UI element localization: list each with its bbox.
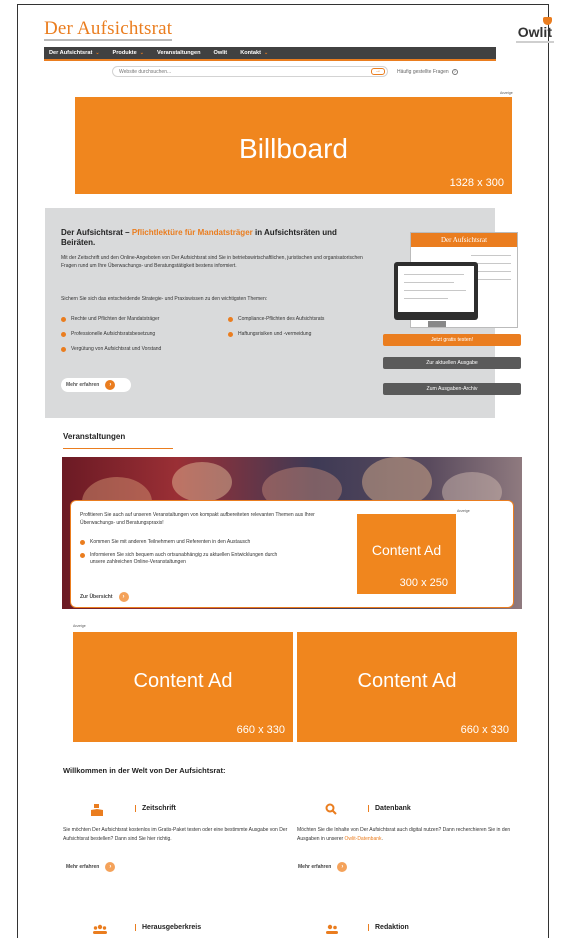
ad-size: 300 x 250 [399,577,448,589]
arrow-right-icon: › [118,592,129,602]
ad-title: Content Ad [357,670,457,692]
event-lead: Profitieren Sie auch auf unseren Veranst… [80,512,315,526]
search-input[interactable] [119,68,357,76]
list-item: Compliance-Pflichten des Aufsichtsrats [228,316,324,322]
content-ad-right[interactable]: Content Ad 660 x 330 [297,632,517,742]
nav-item-kontakt[interactable]: Kontakt ⌄ [240,50,268,56]
bullet-icon [228,331,233,337]
title-underline [63,448,173,449]
arrow-right-icon: › [105,862,116,872]
bullet-icon [61,331,66,337]
site-logo[interactable]: Der Aufsichtsrat [44,18,172,40]
ad-label: Anzeige [500,91,513,95]
nav-item-owlit[interactable]: Owlit [214,50,228,56]
logo-tagline-bar [44,39,172,41]
monitor-stand [428,321,446,327]
faq-link[interactable]: Häufig gestellte Fragen? [397,69,458,75]
event-content-ad[interactable]: Content Ad 300 x 250 [357,514,456,594]
owlit-database-link[interactable]: Owlit-Datenbank [345,836,382,842]
welcome-title: Willkommen in der Welt von Der Aufsichts… [63,766,226,775]
bullet-icon [61,316,66,322]
chevron-down-icon: ⌄ [139,50,144,56]
monitor-image [394,262,478,320]
search-icon [325,803,337,818]
event-bullets: Kommen Sie mit anderen Teilnehmern und R… [80,539,290,572]
ad-size: 660 x 330 [236,724,285,736]
book-hand-icon [91,804,103,819]
card-title-redaktion: Redaktion [368,924,409,931]
ad-label: Anzeige [457,509,470,513]
bullet-icon [61,346,66,352]
ad-title: Content Ad [133,670,233,692]
card-title-datenbank: Datenbank [368,805,411,812]
card-title-zeitschrift: Zeitschrift [135,805,176,812]
search-submit-button[interactable]: → [371,68,385,75]
arrow-right-icon: › [337,862,348,872]
card-text-datenbank: Möchten Sie die Inhalte von Der Aufsicht… [297,827,511,842]
bullet-icon [80,540,85,545]
nav-item-produkte[interactable]: Produkte ⌄ [113,50,144,56]
ad-size: 1328 x 300 [449,177,504,189]
events-title: Veranstaltungen [63,432,126,441]
people-group-icon [93,924,107,937]
people-pair-icon [326,924,338,937]
topic-list-right: Compliance-Pflichten des Aufsichtsrats H… [228,316,324,344]
bullet-icon [228,316,233,322]
chevron-down-icon: ⌄ [264,50,269,56]
ad-title: Billboard [239,133,348,164]
list-item: Professionelle Aufsichtsratsbesetzung [61,331,161,337]
list-item: Vergütung von Aufsichtsrat und Vorstand [61,346,161,352]
ad-size: 660 x 330 [460,724,509,736]
feature-more-button[interactable]: Mehr erfahren › [61,378,131,392]
trial-button[interactable]: Jetzt gratis testen! [383,334,521,346]
list-item: Rechte und Pflichten der Mandatsträger [61,316,161,322]
feature-lead: Sichern Sie sich das entscheidende Strat… [61,296,268,302]
feature-heading: Der Aufsichtsrat – Pflichtlektüre für Ma… [61,228,337,247]
current-issue-button[interactable]: Zur aktuellen Ausgabe [383,357,521,369]
list-item: Haftungsrisiken und -vermeidung [228,331,324,337]
nav-item-der-aufsichtsrat[interactable]: Der Aufsichtsrat ⌄ [49,50,100,56]
datenbank-more-button[interactable]: Mehr erfahren › [298,862,348,872]
chevron-down-icon: ⌄ [95,50,100,56]
owlit-tagline-bar [516,41,554,43]
list-item: Informieren Sie sich bequem auch ortsuna… [80,552,290,566]
feature-intro: Mit der Zeitschrift und den Online-Angeb… [61,255,363,269]
main-nav: Der Aufsichtsrat ⌄ Produkte ⌄ Veranstaltun… [44,47,496,61]
arrow-right-icon: › [105,380,116,390]
billboard-ad[interactable]: Billboard 1328 x 300 [75,97,512,194]
question-icon: ? [451,69,458,75]
owlit-brand[interactable]: Owlit [518,24,552,40]
content-ad-left[interactable]: Content Ad 660 x 330 [73,632,293,742]
magazine-title: Der Aufsichtsrat [411,233,517,247]
card-text-zeitschrift: Sie möchten Der Aufsichtsrat kostenlos i… [63,827,288,842]
ad-label: Anzeige [73,624,86,628]
events-overview-button[interactable]: Zur Übersicht › [80,592,129,602]
zeitschrift-more-button[interactable]: Mehr erfahren › [66,862,116,872]
search-bar: → [112,66,388,77]
nav-item-veranstaltungen[interactable]: Veranstaltungen [157,50,201,56]
archive-button[interactable]: Zum Ausgaben-Archiv [383,383,521,395]
topic-list-left: Rechte und Pflichten der Mandatsträger P… [61,316,161,359]
list-item: Kommen Sie mit anderen Teilnehmern und R… [80,539,290,546]
card-title-herausgeberkreis: Herausgeberkreis [135,924,201,931]
bullet-icon [80,553,85,558]
ad-title: Content Ad [371,542,442,558]
